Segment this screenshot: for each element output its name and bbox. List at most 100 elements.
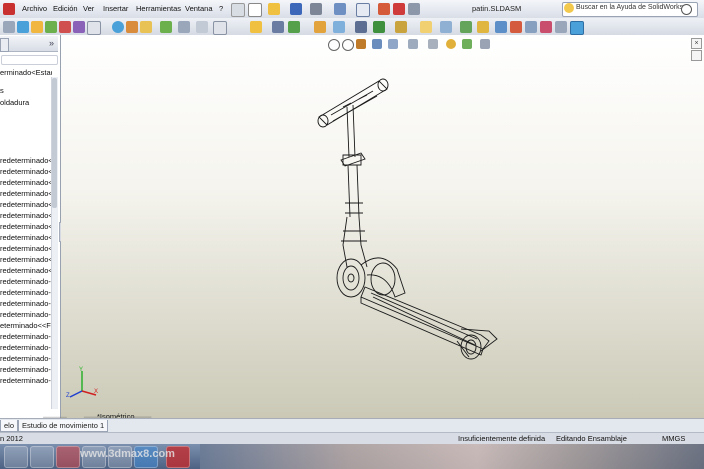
tree-item[interactable]: redeterminado- [0, 354, 52, 363]
tree-item[interactable]: redeterminado< [0, 200, 52, 209]
viewport-close-icon[interactable]: × [691, 38, 702, 49]
options-icon[interactable] [408, 3, 420, 15]
toolbar-tool-30-icon[interactable] [540, 21, 552, 33]
menu-insertar[interactable]: Insertar [103, 4, 128, 13]
tab-motion-study[interactable]: Estudio de movimiento 1 [18, 420, 109, 432]
zoom-to-fit-icon[interactable] [328, 39, 340, 51]
tree-item[interactable]: redeterminado- [0, 310, 52, 319]
tree-item[interactable]: oldadura [0, 98, 52, 107]
search-icon[interactable] [681, 4, 692, 15]
tree-item[interactable]: redeterminado- [0, 343, 52, 352]
menu-archivo[interactable]: Archivo [22, 4, 47, 13]
toolbar-tool-32-icon[interactable] [570, 21, 584, 35]
tree-item[interactable]: redeterminado< [0, 255, 52, 264]
tree-item[interactable]: redeterminado< [0, 244, 52, 253]
tree-item[interactable]: redeterminado< [0, 189, 52, 198]
tab-model[interactable]: elo [0, 420, 19, 432]
tree-item[interactable]: redeterminado< [0, 156, 52, 165]
menu-ayuda[interactable]: ? [219, 4, 223, 13]
toolbar-tool-9-icon[interactable] [126, 21, 138, 33]
toolbar-tool-11-icon[interactable] [160, 21, 172, 33]
toolbar-tool-29-icon[interactable] [525, 21, 537, 33]
toolbar-tool-14-icon[interactable] [213, 21, 227, 35]
toolbar-tool-22-icon[interactable] [395, 21, 407, 33]
menu-herramientas[interactable]: Herramientas [136, 4, 181, 13]
tree-item[interactable]: redeterminado< [0, 233, 52, 242]
toolbar-tool-7-icon[interactable] [87, 21, 101, 35]
toolbar-tool-27-icon[interactable] [495, 21, 507, 33]
toolbar-tool-5-icon[interactable] [59, 21, 71, 33]
tree-item[interactable]: redeterminado< [0, 211, 52, 220]
tree-item[interactable]: redeterminado- [0, 288, 52, 297]
tree-item[interactable]: redeterminado- [0, 376, 52, 385]
panel-tab[interactable] [0, 38, 9, 52]
toolbar-tool-6-icon[interactable] [73, 21, 85, 33]
menu-ver[interactable]: Ver [83, 4, 94, 13]
select-icon[interactable] [356, 3, 370, 17]
toolbar-tool-2-icon[interactable] [17, 21, 29, 33]
tree-item[interactable]: s [0, 86, 52, 95]
toolbar-tool-15-icon[interactable] [250, 21, 262, 33]
menu-ventana[interactable]: Ventana [185, 4, 213, 13]
taskbar-app-1[interactable] [30, 446, 54, 468]
appearance-icon[interactable] [112, 21, 124, 33]
tree-scroll-thumb[interactable] [52, 78, 57, 208]
toolbar-tool-31-icon[interactable] [555, 21, 567, 33]
toolbar-tool-24-icon[interactable] [440, 21, 452, 33]
tree-item[interactable]: redeterminado< [0, 222, 52, 231]
toolbar-tool-13-icon[interactable] [196, 21, 208, 33]
toolbar-tool-23-icon[interactable] [420, 21, 432, 33]
toolbar-tool-25-icon[interactable] [460, 21, 472, 33]
tree-item[interactable]: eterminado<<F [0, 321, 52, 330]
toolbar-tool-26-icon[interactable] [477, 21, 489, 33]
apply-scene-icon[interactable] [462, 39, 472, 49]
view-orientation-icon[interactable] [388, 39, 398, 49]
toolbar-tool-17-icon[interactable] [288, 21, 300, 33]
tree-item[interactable]: redeterminado< [0, 167, 52, 176]
toolbar-tool-19-icon[interactable] [333, 21, 345, 33]
tree-item[interactable]: redeterminado- [0, 365, 52, 374]
tree-item[interactable]: redeterminado< [0, 266, 52, 275]
graphics-viewport[interactable] [61, 35, 704, 418]
tree-item[interactable]: erminado<Estado [0, 68, 52, 77]
viewport-restore-icon[interactable] [691, 50, 702, 61]
toolbar-tool-28-icon[interactable] [510, 21, 522, 33]
toolbar-tool-10-icon[interactable] [140, 21, 152, 33]
solidworks-logo-icon[interactable] [3, 3, 15, 15]
undo-icon[interactable] [334, 3, 346, 15]
toolbar-tool-12-icon[interactable] [178, 21, 190, 33]
toolbar-tool-20-icon[interactable] [355, 21, 367, 33]
tree-item[interactable]: redeterminado< [0, 178, 52, 187]
rebuild-icon[interactable] [378, 3, 390, 15]
chrome-icon[interactable] [56, 446, 80, 468]
toolbar-tool-3-icon[interactable] [31, 21, 43, 33]
view-settings-icon[interactable] [480, 39, 490, 49]
collapse-panel-icon[interactable]: » [49, 38, 54, 48]
toolbar-tool-21-icon[interactable] [373, 21, 385, 33]
menu-edicion[interactable]: Edición [53, 4, 78, 13]
new-document-icon[interactable] [248, 3, 262, 17]
display-style-icon[interactable] [408, 39, 418, 49]
pin-icon[interactable] [231, 3, 245, 17]
tree-item[interactable]: redeterminado- [0, 277, 52, 286]
toolbar-tool-4-icon[interactable] [45, 21, 57, 33]
toolbar-tool-16-icon[interactable] [272, 21, 284, 33]
toolbar-tool-18-icon[interactable] [314, 21, 326, 33]
edit-appearance-icon[interactable] [446, 39, 456, 49]
tree-item[interactable]: redeterminado- [0, 332, 52, 341]
tree-item[interactable]: redeterminado- [0, 299, 52, 308]
save-icon[interactable] [290, 3, 302, 15]
scooter-model-drawing[interactable] [61, 35, 704, 418]
previous-view-icon[interactable] [356, 39, 366, 49]
file-properties-icon[interactable] [393, 3, 405, 15]
start-button[interactable] [4, 446, 28, 468]
hide-show-icon[interactable] [428, 39, 438, 49]
command-toolbar [0, 18, 704, 36]
tree-filter-input[interactable] [1, 55, 58, 65]
print-icon[interactable] [310, 3, 322, 15]
section-view-icon[interactable] [372, 39, 382, 49]
zoom-to-area-icon[interactable] [342, 39, 354, 51]
toolbar-tool-1-icon[interactable] [3, 21, 15, 33]
status-units[interactable]: MMGS [662, 434, 685, 443]
open-folder-icon[interactable] [268, 3, 280, 15]
